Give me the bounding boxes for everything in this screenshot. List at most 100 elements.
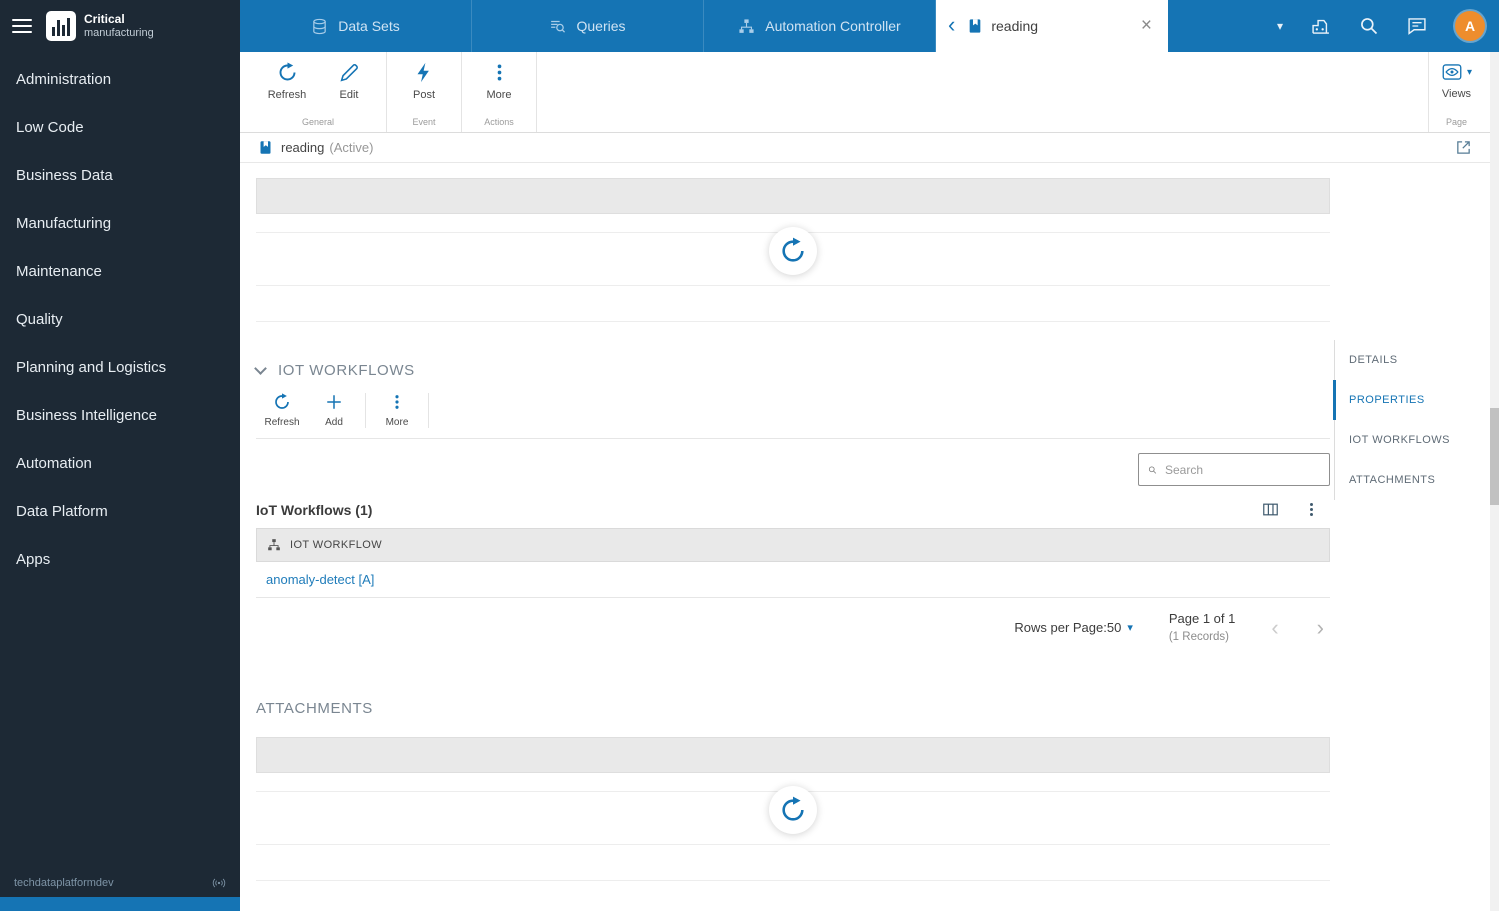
sidebar-item-label: Apps [16,550,51,568]
tab-overflow-caret-icon[interactable]: ▾ [1277,19,1283,33]
vertical-dots-icon[interactable] [1303,501,1320,518]
caret-down-icon: ▾ [1127,622,1133,635]
iot-refresh-button[interactable]: Refresh [256,393,308,428]
iot-workflows-section-header: IOT WORKFLOWS [254,361,1330,379]
table-actions [1262,501,1330,518]
sidebar-item-label: Quality [16,310,63,328]
next-page-icon[interactable]: › [1317,615,1324,641]
rail-item-iot-workflows[interactable]: IOT WORKFLOWS [1335,420,1481,460]
sidebar-item-planning-and-logistics[interactable]: Planning and Logistics [0,343,240,391]
sidebar-item-low-code[interactable]: Low Code [0,103,240,151]
sidebar-item-label: Low Code [16,118,84,136]
sidebar-item-label: Planning and Logistics [16,358,167,376]
hamburger-menu-icon[interactable] [12,19,32,33]
button-label: Edit [339,89,359,101]
ribbon-right: ▾ Views Page [1427,52,1490,132]
tab-queries[interactable]: Queries [472,0,704,52]
tab-reading-active[interactable]: ‹ reading × [936,0,1168,52]
rail-item-label: PROPERTIES [1349,394,1425,406]
rail-item-attachments[interactable]: ATTACHMENTS [1335,460,1481,500]
user-avatar[interactable]: A [1455,11,1485,41]
chat-icon[interactable] [1407,16,1427,36]
loading-spinner [769,227,817,275]
search-row [256,439,1330,489]
section-title: IOT WORKFLOWS [278,362,415,379]
sidebar-item-label: Data Platform [16,502,108,520]
section-nav-rail: DETAILS PROPERTIES IOT WORKFLOWS ATTACHM… [1333,340,1481,500]
sidebar-item-label: Business Intelligence [16,406,157,424]
more-actions-button[interactable]: More [468,62,530,101]
sitemap-icon [738,18,755,35]
query-search-icon [549,18,566,35]
topbar-actions: ▾ A [1277,0,1499,52]
attachments-section-header: ATTACHMENTS [256,700,1330,717]
columns-icon[interactable] [1262,501,1279,518]
rows-per-page-select[interactable]: Rows per Page:50 ▾ [1014,620,1132,635]
iot-workflows-toolbar: Refresh Add More [256,393,1330,439]
sidebar-item-apps[interactable]: Apps [0,535,240,583]
rail-item-details[interactable]: DETAILS [1335,340,1481,380]
refresh-button[interactable]: Refresh [256,62,318,101]
search-icon[interactable] [1359,16,1379,36]
sidebar-item-business-data[interactable]: Business Data [0,151,240,199]
edit-button[interactable]: Edit [318,62,380,101]
tab-label: Data Sets [338,18,400,34]
properties-loading-area [256,214,1330,332]
post-button[interactable]: Post [393,62,455,101]
tab-automation-controller[interactable]: Automation Controller [704,0,936,52]
sidebar-item-business-intelligence[interactable]: Business Intelligence [0,391,240,439]
workflow-link[interactable]: anomaly-detect [A] [266,572,374,587]
tab-data-sets[interactable]: Data Sets [240,0,472,52]
action-ribbon: Refresh Edit General Post Event More Act… [240,52,1490,133]
sidebar-item-data-platform[interactable]: Data Platform [0,487,240,535]
sidebar-bottom-strip [0,897,240,911]
equipment-icon[interactable] [1311,16,1331,36]
lightning-bolt-icon [414,62,435,83]
database-icon [311,18,328,35]
page-info: Page 1 of 1 (1 Records) [1169,610,1236,646]
ribbon-group-label: Event [412,117,436,127]
table-row: anomaly-detect [A] [256,562,1330,598]
previous-page-icon[interactable]: ‹ [1271,615,1278,641]
sidebar-item-maintenance[interactable]: Maintenance [0,247,240,295]
button-label: More [385,417,409,428]
page-number: Page 1 of 1 [1168,611,1236,626]
ribbon-group-label: Page [1445,117,1467,127]
tab-scroll-back-icon[interactable]: ‹ [944,13,959,39]
sidebar-item-automation[interactable]: Automation [0,439,240,487]
column-header: IOT WORKFLOW [290,539,382,551]
loading-spinner [769,785,817,834]
search-input[interactable] [1165,462,1320,477]
ribbon-group-event: Post Event [387,52,462,132]
attachments-loading-area [256,773,1330,891]
toolbar-divider [428,393,429,428]
rail-item-properties[interactable]: PROPERTIES [1333,380,1481,420]
iot-add-button[interactable]: Add [308,393,360,428]
environment-footer: techdataplatformdev [0,869,240,897]
rail-item-label: ATTACHMENTS [1349,474,1436,486]
button-label: Post [412,89,435,101]
divider [256,321,1330,322]
app-window: Critical manufacturing Administration Lo… [0,0,1499,911]
scrollbar-thumb[interactable] [1490,408,1499,505]
views-button[interactable]: ▾ Views [1441,62,1472,100]
sidebar-nav: Administration Low Code Business Data Ma… [0,55,240,583]
button-label: More [486,89,512,101]
button-label: Refresh [264,417,300,428]
close-tab-icon[interactable]: × [1135,16,1160,37]
table-title-bar: IoT Workflows (1) [256,501,1330,518]
entity-document-icon [967,18,983,34]
sidebar-item-manufacturing[interactable]: Manufacturing [0,199,240,247]
sidebar-item-administration[interactable]: Administration [0,55,240,103]
vertical-dots-icon [489,62,510,83]
views-caret-icon: ▾ [1466,66,1472,78]
workflow-search-box [1138,453,1330,486]
sidebar-item-quality[interactable]: Quality [0,295,240,343]
popout-icon[interactable] [1455,139,1472,156]
iot-more-button[interactable]: More [371,393,423,428]
vertical-dots-icon [388,393,406,411]
rail-item-label: IOT WORKFLOWS [1349,434,1451,446]
chevron-down-icon[interactable] [254,361,267,375]
button-label: Refresh [267,89,307,101]
refresh-icon [277,62,298,83]
